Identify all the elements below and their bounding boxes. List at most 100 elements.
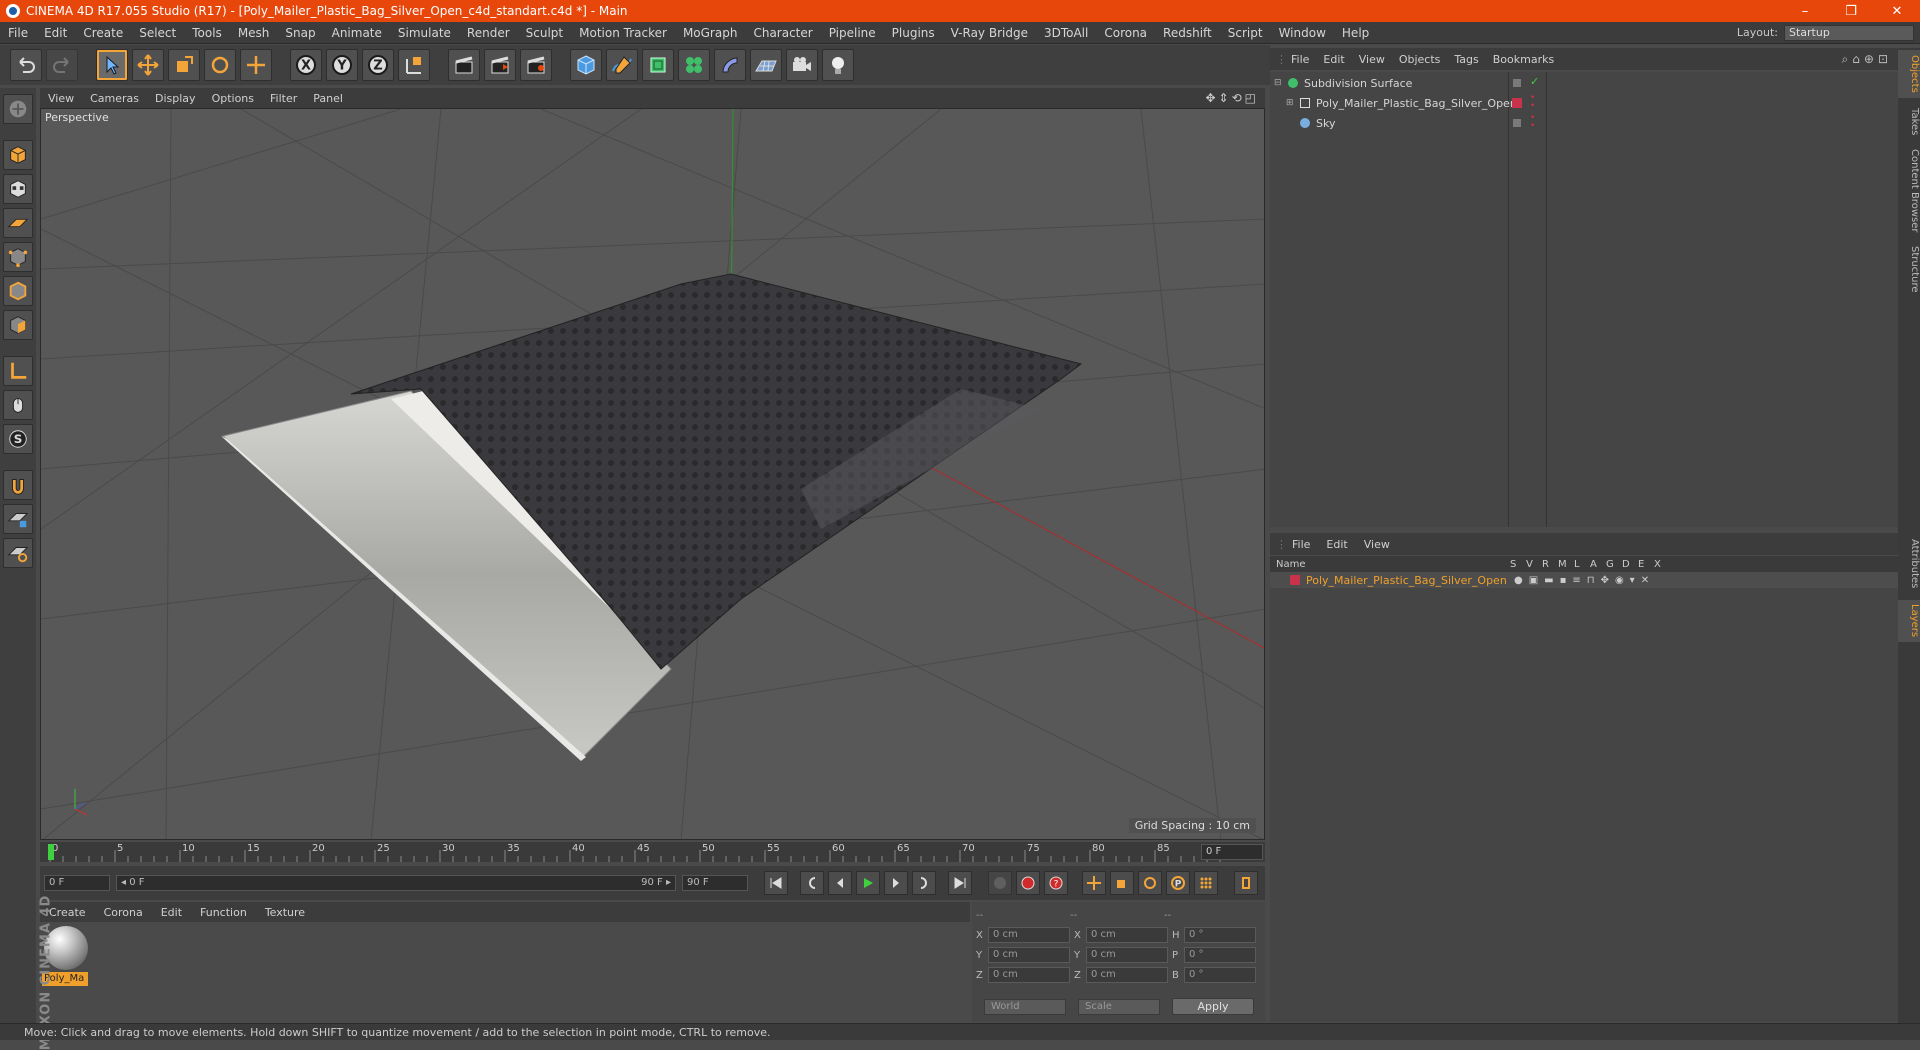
workplane-mode-button[interactable] (3, 208, 33, 238)
layer-col-view[interactable]: V (1526, 559, 1542, 570)
rotation-p-field[interactable]: 0 ° (1184, 947, 1256, 963)
menu-animate[interactable]: Animate (324, 26, 390, 40)
render-view-button[interactable] (448, 49, 480, 81)
frame-range-slider[interactable]: ◂ 0 F 90 F ▸ (116, 875, 676, 891)
move-tool-button[interactable] (132, 49, 164, 81)
enabled-check-icon[interactable]: ✓ (1530, 75, 1539, 88)
add-cube-button[interactable] (570, 49, 602, 81)
make-editable-button[interactable] (3, 94, 33, 124)
minimize-button[interactable]: – (1782, 4, 1828, 19)
record-keys-button[interactable] (988, 871, 1012, 895)
tab-attributes[interactable]: Attributes (1898, 534, 1920, 594)
layer-col-name[interactable]: Name (1270, 559, 1510, 570)
viewport-menu-view[interactable]: View (40, 92, 82, 105)
add-spline-button[interactable] (606, 49, 638, 81)
layer-col-manager[interactable]: M (1558, 559, 1574, 570)
restore-button[interactable]: ❐ (1828, 4, 1874, 19)
viewport-menu-display[interactable]: Display (147, 92, 204, 105)
position-x-field[interactable]: 0 cm (988, 927, 1070, 943)
apply-button[interactable]: Apply (1172, 998, 1254, 1015)
viewport-menu-options[interactable]: Options (204, 92, 262, 105)
rotation-h-field[interactable]: 0 ° (1184, 927, 1256, 943)
collapse-toggle-icon[interactable]: ⊟ (1274, 78, 1286, 88)
render-settings-button[interactable] (520, 49, 552, 81)
add-deformer-button[interactable] (714, 49, 746, 81)
snapping-button[interactable]: S (3, 424, 33, 454)
size-y-field[interactable]: 0 cm (1086, 947, 1168, 963)
redo-button[interactable] (46, 49, 78, 81)
expand-toggle-icon[interactable]: ⊞ (1286, 98, 1298, 108)
size-mode-dropdown[interactable]: Scale (1078, 998, 1160, 1015)
live-selection-button[interactable] (96, 49, 128, 81)
timeline-window-button[interactable] (1234, 871, 1258, 895)
layer-flag-icons[interactable]: ●▣▬▪≡⊓✥◉▾✕ (1514, 575, 1655, 586)
layers-menu-file[interactable]: File (1284, 538, 1318, 551)
rotation-track-button[interactable] (1138, 871, 1162, 895)
menu-pipeline[interactable]: Pipeline (821, 26, 884, 40)
layer-col-deformers[interactable]: D (1622, 559, 1638, 570)
layer-row[interactable]: Poly_Mailer_Plastic_Bag_Silver_Open ●▣▬▪… (1270, 572, 1898, 588)
lock-workplane-button[interactable] (3, 504, 33, 534)
material-menu-texture[interactable]: Texture (256, 906, 314, 919)
add-camera-button[interactable] (786, 49, 818, 81)
go-to-end-button[interactable] (948, 871, 972, 895)
tab-structure[interactable]: Structure (1898, 242, 1920, 296)
menu-mograph[interactable]: MoGraph (675, 26, 746, 40)
layer-color-swatch[interactable] (1512, 98, 1522, 108)
z-axis-button[interactable]: Z (362, 49, 394, 81)
keyframe-selection-button[interactable]: ? (1044, 871, 1068, 895)
menu-mesh[interactable]: Mesh (230, 26, 278, 40)
layer-col-render[interactable]: R (1542, 559, 1558, 570)
menu-file[interactable]: File (0, 26, 36, 40)
next-frame-button[interactable] (884, 871, 908, 895)
menu-plugins[interactable]: Plugins (884, 26, 943, 40)
menu-tools[interactable]: Tools (184, 26, 230, 40)
scale-track-button[interactable] (1110, 871, 1134, 895)
menu-help[interactable]: Help (1334, 26, 1377, 40)
model-mode-button[interactable] (3, 140, 33, 170)
perspective-viewport[interactable]: Perspective Grid Spacing : 10 cm (40, 108, 1265, 840)
end-frame-field[interactable]: 90 F (682, 875, 748, 891)
undo-button[interactable] (10, 49, 42, 81)
timeline-ruler[interactable]: 051015202530354045505560657075808590 0 F (40, 842, 1265, 862)
start-frame-field[interactable]: 0 F (44, 875, 110, 891)
add-mograph-button[interactable] (678, 49, 710, 81)
layer-col-solo[interactable]: S (1510, 559, 1526, 570)
previous-key-button[interactable] (800, 871, 824, 895)
close-button[interactable]: ✕ (1874, 4, 1920, 19)
next-key-button[interactable] (912, 871, 936, 895)
menu-sculpt[interactable]: Sculpt (518, 26, 571, 40)
size-x-field[interactable]: 0 cm (1086, 927, 1168, 943)
point-level-animation-button[interactable] (1194, 871, 1218, 895)
rotation-b-field[interactable]: 0 ° (1184, 967, 1256, 983)
sky-visibility-dots-icon[interactable]: • • (1530, 114, 1535, 131)
layers-menu-edit[interactable]: Edit (1318, 538, 1355, 551)
menu-snap[interactable]: Snap (277, 26, 323, 40)
objects-menu-tags[interactable]: Tags (1447, 53, 1485, 66)
layer-col-animation[interactable]: A (1590, 559, 1606, 570)
add-environment-button[interactable] (750, 49, 782, 81)
y-axis-button[interactable]: Y (326, 49, 358, 81)
panel-grip-icon[interactable]: ⋮ (1270, 53, 1287, 66)
position-z-field[interactable]: 0 cm (988, 967, 1070, 983)
render-picture-viewer-button[interactable] (484, 49, 516, 81)
menu-window[interactable]: Window (1271, 26, 1334, 40)
parameter-track-button[interactable]: P (1166, 871, 1190, 895)
previous-frame-button[interactable] (828, 871, 852, 895)
layer-col-locked[interactable]: L (1574, 559, 1590, 570)
transform-tool-button[interactable] (240, 49, 272, 81)
objects-menu-objects[interactable]: Objects (1392, 53, 1448, 66)
coordinate-mode-dropdown[interactable]: World (984, 998, 1066, 1015)
position-y-field[interactable]: 0 cm (988, 947, 1070, 963)
autokey-button[interactable] (1016, 871, 1040, 895)
viewport-menu-panel[interactable]: Panel (305, 92, 351, 105)
menu-motion-tracker[interactable]: Motion Tracker (571, 26, 675, 40)
objects-menu-edit[interactable]: Edit (1316, 53, 1351, 66)
tab-layers[interactable]: Layers (1898, 600, 1920, 642)
objects-menu-file[interactable]: File (1284, 53, 1316, 66)
viewport-menu-filter[interactable]: Filter (262, 92, 305, 105)
objects-menu-view[interactable]: View (1352, 53, 1392, 66)
layers-menu-view[interactable]: View (1356, 538, 1398, 551)
layer-col-generators[interactable]: G (1606, 559, 1622, 570)
coordinate-system-button[interactable] (398, 49, 430, 81)
